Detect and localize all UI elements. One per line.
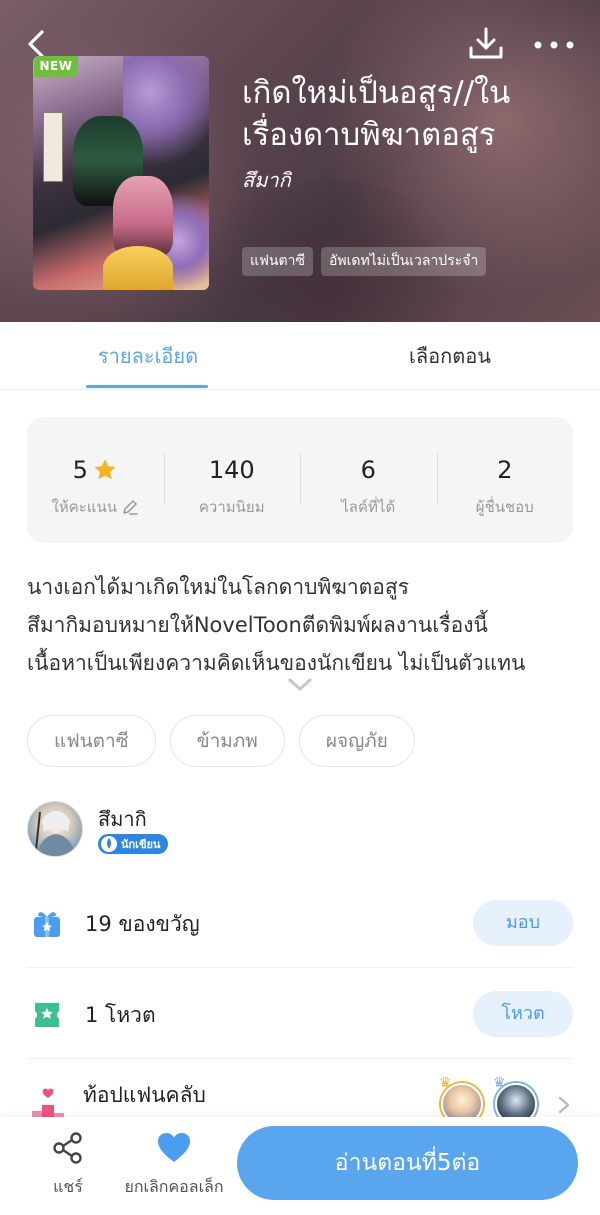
podium-icon — [32, 1088, 64, 1119]
book-author: สึมากิ — [242, 168, 291, 192]
download-button[interactable] — [466, 24, 506, 64]
vote-ticket-icon — [35, 1003, 59, 1027]
author-avatar[interactable] — [27, 801, 83, 857]
more-dots-icon — [534, 41, 574, 49]
header-tag-genre: แฟนตาซี — [242, 247, 313, 276]
share-icon — [53, 1132, 82, 1164]
author-badge-label: นักเขียน — [121, 838, 161, 851]
vote-row: 1 โหวต โหวต — [27, 969, 573, 1059]
pencil-icon — [123, 500, 138, 515]
new-badge: NEW — [34, 56, 78, 77]
share-label: แชร์ — [53, 1177, 83, 1196]
tab-bar: รายละเอียด เลือกตอน — [0, 322, 600, 390]
book-title: เกิดใหม่เป็นอสูร//ใน เรื่องดาบพิฆาตอสูร — [242, 72, 572, 156]
stat-fans-value: 2 — [497, 456, 513, 484]
stat-popularity-label: ความนิยม — [198, 498, 265, 516]
description-line: นางเอกได้มาเกิดใหม่ในโลกดาบพิฆาตอสูร — [27, 575, 410, 599]
stat-likes-value: 6 — [360, 456, 376, 484]
book-header: NEW เกิดใหม่เป็นอสูร//ใน เรื่องดาบพิฆาตอ… — [0, 0, 600, 322]
more-options-button[interactable] — [532, 30, 576, 60]
tab-details[interactable]: รายละเอียด — [86, 322, 210, 390]
description-line: สึมากิมอบหมายให้NovelToonตีดพิมพ์ผลงานเร… — [27, 613, 488, 637]
top-fanclub-label: ท้อปแฟนคลับ — [83, 1083, 206, 1107]
stats-panel: 5 ให้คะแนน 140 ความนิยม 6 ไลค์ที่ได้ 2 ผ… — [27, 417, 573, 543]
book-description: นางเอกได้มาเกิดใหม่ในโลกดาบพิฆาตอสูร สึม… — [27, 568, 577, 682]
star-icon — [94, 459, 116, 480]
continue-reading-button[interactable]: อ่านตอนที่5ต่อ — [237, 1126, 578, 1200]
top-fanclub-row[interactable]: ท้อปแฟนคลับ ♛ ♛ — [27, 1065, 573, 1125]
genre-chips: แฟนตาซี ข้ามภพ ผจญภัย — [27, 715, 415, 767]
quill-icon — [101, 836, 117, 852]
crown-icon: ♛ — [493, 1075, 506, 1091]
favorite-label: ยกเลิกคอลเล็ก — [124, 1177, 224, 1196]
header-tags: แฟนตาซี อัพเดทไม่เป็นเวลาประจำ — [242, 247, 487, 276]
stat-rating[interactable]: 5 ให้คะแนน — [27, 417, 164, 543]
chevron-right-icon — [558, 1096, 570, 1114]
crown-icon: ♛ — [439, 1075, 452, 1091]
vote-button[interactable]: โหวต — [473, 991, 573, 1037]
stat-fans-label: ผู้ชื่นชอบ — [475, 498, 534, 516]
stat-likes: 6 ไลค์ที่ได้ — [300, 417, 437, 543]
gift-row: 19 ของขวัญ มอบ — [27, 878, 573, 968]
favorite-button[interactable]: ยกเลิกคอลเล็ก — [116, 1131, 232, 1201]
stat-popularity-value: 140 — [208, 456, 255, 484]
author-name[interactable]: สึมากิ — [98, 803, 147, 835]
genre-chip[interactable]: ผจญภัย — [298, 715, 415, 767]
gift-icon — [34, 912, 60, 937]
author-badge: นักเขียน — [98, 834, 169, 854]
share-button[interactable]: แชร์ — [30, 1131, 106, 1201]
bottom-action-bar: แชร์ ยกเลิกคอลเล็ก อ่านตอนที่5ต่อ — [0, 1117, 600, 1215]
genre-chip[interactable]: แฟนตาซี — [27, 715, 156, 767]
gift-count-label: 19 ของขวัญ — [85, 912, 200, 936]
stat-fans: 2 ผู้ชื่นชอบ — [436, 417, 574, 543]
vote-count-label: 1 โหวต — [85, 1003, 156, 1027]
author-avatar-image — [35, 811, 76, 856]
stat-likes-label: ไลค์ที่ได้ — [341, 498, 396, 516]
genre-chip[interactable]: ข้ามภพ — [169, 715, 285, 767]
book-title-line-1: เกิดใหม่เป็นอสูร//ใน — [242, 75, 511, 111]
book-title-line-2: เรื่องดาบพิฆาตอสูร — [242, 117, 496, 153]
book-cover[interactable] — [33, 56, 209, 290]
header-tag-update-status: อัพเดทไม่เป็นเวลาประจำ — [320, 247, 487, 276]
stat-rating-label: ให้คะแนน — [51, 498, 117, 516]
download-icon — [469, 27, 503, 59]
tab-episodes[interactable]: เลือกตอน — [390, 322, 510, 390]
stat-rating-value: 5 — [72, 456, 88, 484]
chevron-down-icon[interactable] — [286, 676, 314, 694]
stat-popularity: 140 ความนิยม — [163, 417, 301, 543]
heart-icon — [158, 1133, 190, 1162]
tab-active-indicator — [86, 385, 208, 388]
give-gift-button[interactable]: มอบ — [473, 900, 573, 946]
